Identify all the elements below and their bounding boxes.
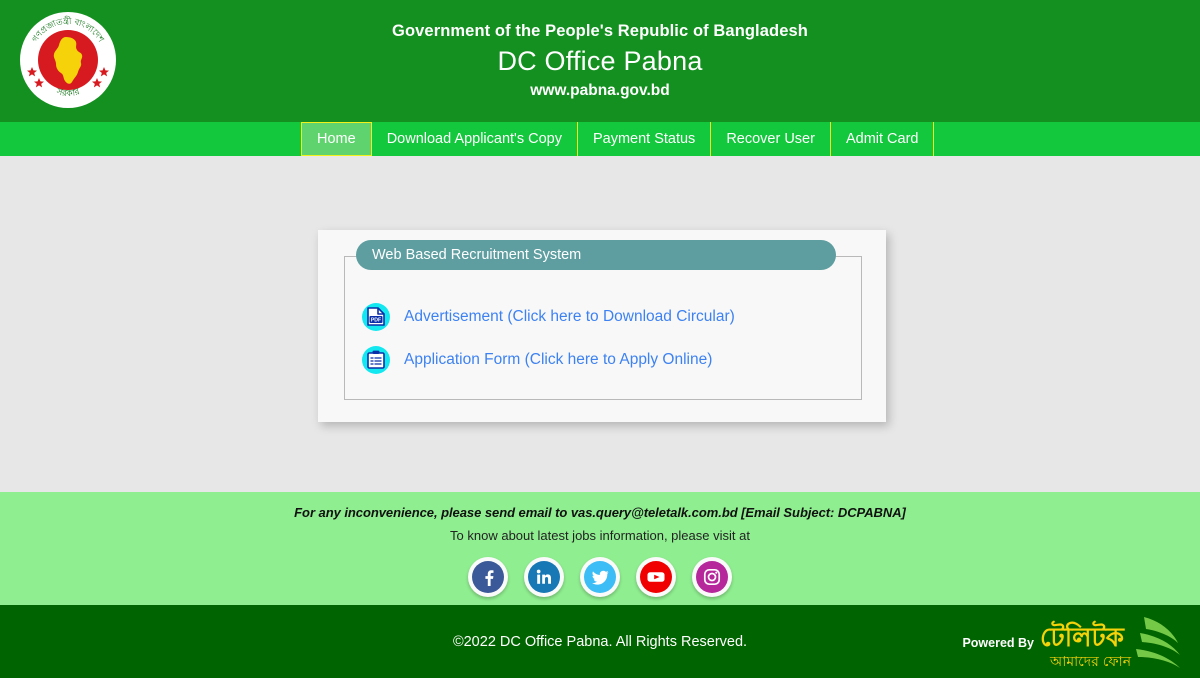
card-links: PDF Advertisement (Click here to Downloa… <box>362 295 851 381</box>
nav-item-payment-status[interactable]: Payment Status <box>576 122 712 156</box>
page-title: DC Office Pabna <box>497 46 703 77</box>
youtube-link[interactable] <box>636 557 676 597</box>
linkedin-link[interactable] <box>524 557 564 597</box>
card-legend: Web Based Recruitment System <box>356 240 836 270</box>
recruitment-fieldset: Web Based Recruitment System PDF Adverti… <box>344 240 862 400</box>
twitter-icon <box>584 561 616 593</box>
recruitment-card: Web Based Recruitment System PDF Adverti… <box>318 230 886 422</box>
nav-item-admit-card[interactable]: Admit Card <box>829 122 935 156</box>
svg-text:PDF: PDF <box>371 318 381 324</box>
advertisement-link-row[interactable]: PDF Advertisement (Click here to Downloa… <box>362 295 851 338</box>
application-form-link-label: Application Form (Click here to Apply On… <box>404 350 713 368</box>
application-form-icon <box>362 345 390 374</box>
instagram-icon <box>696 561 728 593</box>
powered-by-block: Powered By টেলিটক আমাদের ফোন <box>962 617 1196 669</box>
youtube-icon <box>640 561 672 593</box>
teletalk-brand-main: টেলিটক <box>1040 620 1125 652</box>
facebook-link[interactable] <box>468 557 508 597</box>
site-header: গণপ্রজাতন্ত্রী বাংলাদেশ সরকার Government… <box>0 0 1200 122</box>
footer-info-line: To know about latest jobs information, p… <box>450 528 750 543</box>
advertisement-link-label: Advertisement (Click here to Download Ci… <box>404 307 735 325</box>
teletalk-logo: টেলিটক আমাদের ফোন <box>1036 613 1196 675</box>
powered-by-label: Powered By <box>962 636 1034 650</box>
bangladesh-government-emblem-icon: গণপ্রজাতন্ত্রী বাংলাদেশ সরকার <box>20 12 116 108</box>
site-footer: For any inconvenience, please send email… <box>0 492 1200 605</box>
copyright-text: ©2022 DC Office Pabna. All Rights Reserv… <box>452 633 748 650</box>
header-title-block: Government of the People's Republic of B… <box>392 22 808 101</box>
main-navigation: Home Download Applicant's Copy Payment S… <box>0 122 1200 156</box>
main-content: Web Based Recruitment System PDF Adverti… <box>0 156 1200 492</box>
instagram-link[interactable] <box>692 557 732 597</box>
bottom-bar: ©2022 DC Office Pabna. All Rights Reserv… <box>0 605 1200 678</box>
government-line: Government of the People's Republic of B… <box>392 21 808 40</box>
nav-item-download-applicants-copy[interactable]: Download Applicant's Copy <box>370 122 578 156</box>
pdf-file-icon: PDF <box>362 302 390 331</box>
linkedin-icon <box>528 561 560 593</box>
teletalk-brand-tagline: আমাদের ফোন <box>1049 653 1132 669</box>
footer-contact-line: For any inconvenience, please send email… <box>294 505 906 520</box>
social-links <box>0 557 1200 597</box>
twitter-link[interactable] <box>580 557 620 597</box>
site-url: www.pabna.gov.bd <box>530 81 670 99</box>
page-root: গণপ্রজাতন্ত্রী বাংলাদেশ সরকার Government… <box>0 0 1200 678</box>
application-form-link-row[interactable]: Application Form (Click here to Apply On… <box>362 338 851 381</box>
facebook-icon <box>472 561 504 593</box>
nav-item-home[interactable]: Home <box>301 122 372 156</box>
nav-item-recover-user[interactable]: Recover User <box>710 122 831 156</box>
